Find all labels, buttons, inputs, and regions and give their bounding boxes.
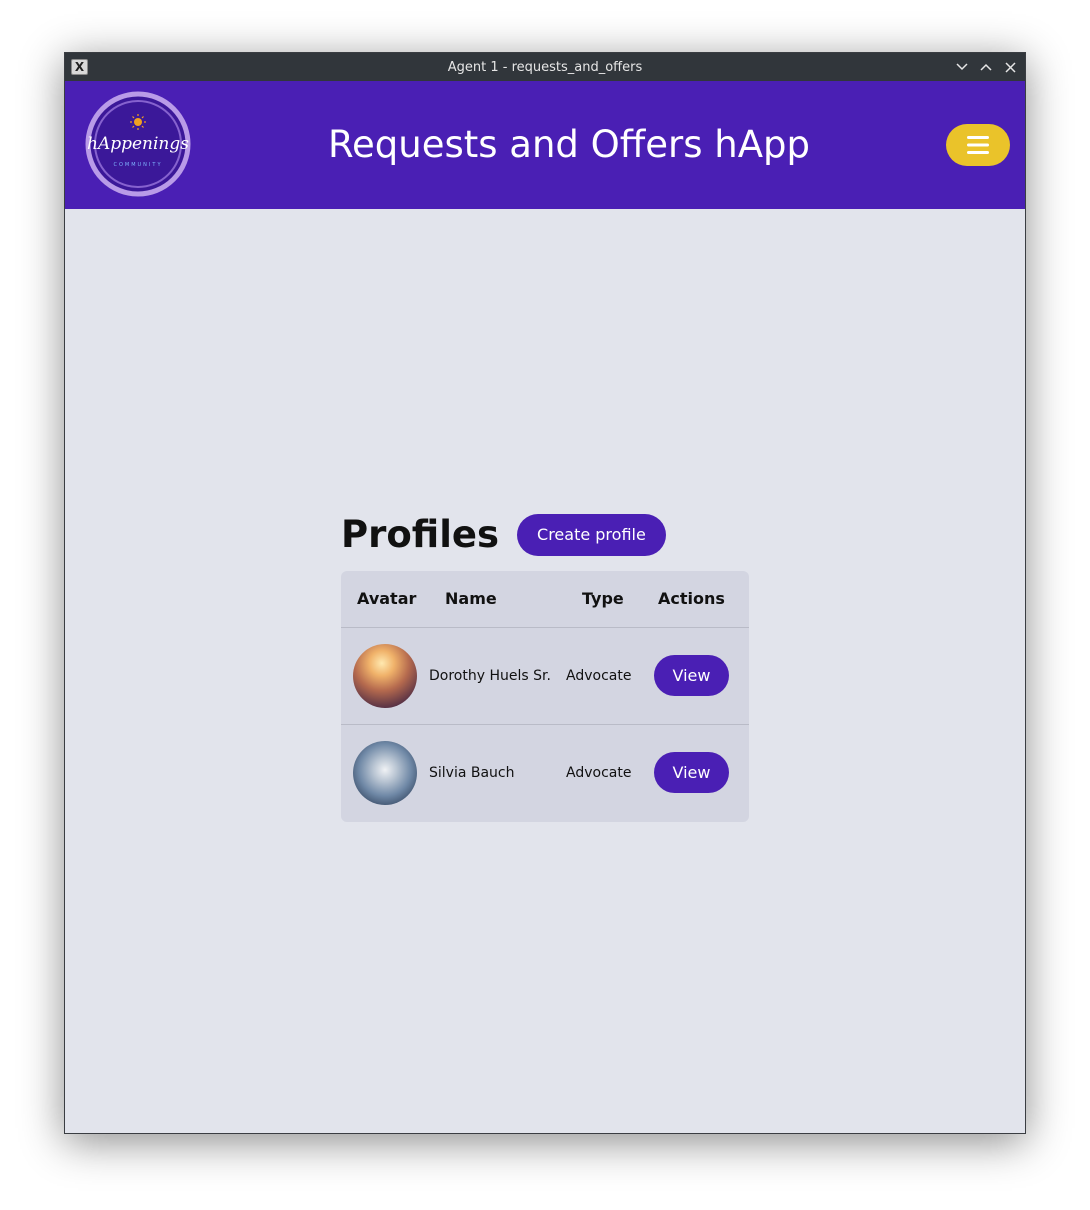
profile-type: Advocate [566, 764, 632, 781]
profiles-header: Profiles Create profile [341, 513, 666, 556]
avatar [353, 643, 417, 708]
table-row: Silvia Bauch Advocate View [341, 724, 749, 821]
profiles-table: Avatar Name Type Actions Dorothy Huels S… [341, 571, 749, 822]
table-header-row: Avatar Name Type Actions [341, 571, 749, 628]
app-title: Requests and Offers hApp [327, 123, 811, 166]
x-app-icon: X [71, 59, 88, 75]
window-controls [953, 57, 1019, 77]
column-header-avatar: Avatar [341, 571, 429, 628]
avatar [353, 740, 417, 805]
table-row: Dorothy Huels Sr. Advocate View [341, 627, 749, 725]
app-window: X Agent 1 - requests_and_offers hAppenin… [64, 52, 1026, 1134]
app-header: hAppenings COMMUNITY Requests and Offers… [65, 81, 1025, 209]
menu-button[interactable] [946, 124, 1010, 166]
hamburger-icon [967, 136, 989, 154]
profile-type: Advocate [566, 627, 650, 725]
column-header-type: Type [566, 571, 650, 628]
page-title: Profiles [341, 513, 500, 556]
close-icon[interactable] [1001, 57, 1019, 77]
column-header-actions: Actions [650, 571, 749, 628]
profile-name: Dorothy Huels Sr. [429, 627, 566, 725]
profile-name: Silvia Bauch [429, 764, 515, 781]
window-titlebar[interactable]: X Agent 1 - requests_and_offers [65, 53, 1025, 81]
column-header-name: Name [429, 571, 566, 628]
minimize-icon[interactable] [953, 57, 971, 77]
view-profile-button[interactable]: View [654, 655, 729, 696]
create-profile-button[interactable]: Create profile [517, 513, 666, 556]
view-profile-button[interactable]: View [654, 752, 729, 794]
window-title: Agent 1 - requests_and_offers [447, 59, 643, 75]
main-content: Profiles Create profile Avatar Name Type… [65, 209, 1025, 1133]
maximize-icon[interactable] [977, 57, 995, 77]
